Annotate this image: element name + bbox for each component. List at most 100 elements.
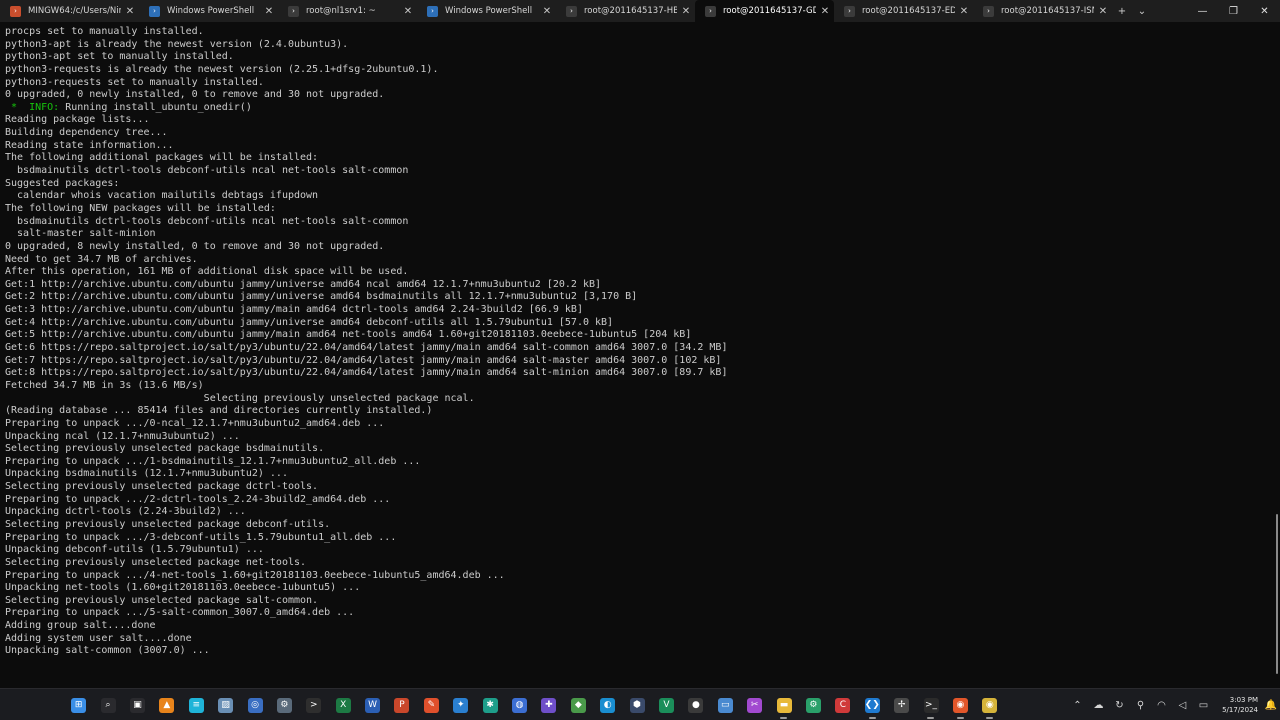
vlc-icon: ▲ (159, 697, 175, 713)
notification-bell-icon[interactable]: 🔔 (1262, 689, 1280, 720)
taskbar-app-vscode[interactable]: ❮❯ (858, 689, 887, 720)
taskbar-app-edge[interactable]: ◐ (593, 689, 622, 720)
powerpoint-icon: P (394, 697, 410, 713)
tab-close-icon[interactable]: ✕ (538, 6, 556, 17)
taskbar-app-edge-dev[interactable]: ◎ (240, 689, 269, 720)
tab-6[interactable]: › root@2011645137-EDNA✕ (834, 0, 973, 22)
tab-close-icon[interactable]: ✕ (399, 6, 417, 17)
terminal-line: Get:2 http://archive.ubuntu.com/ubuntu j… (5, 291, 638, 303)
taskbar-app-gear[interactable]: ⚙ (799, 689, 828, 720)
tab-5[interactable]: › root@2011645137-GDUF✕ (695, 0, 834, 22)
taskbar-app-pencil[interactable]: ✎ (417, 689, 446, 720)
close-button[interactable]: ✕ (1249, 0, 1280, 22)
minimize-button[interactable]: — (1187, 0, 1218, 22)
terminal-line: Preparing to unpack .../5-salt-common_30… (5, 607, 355, 619)
tab-close-icon[interactable]: ✕ (955, 6, 973, 17)
taskbar-app-rdp[interactable]: ▭ (711, 689, 740, 720)
terminal-line: Selecting previously unselected package … (5, 392, 475, 404)
terminal-line: Unpacking salt-common (3007.0) ... (5, 645, 210, 657)
terminal-line: python3-apt set to manually installed. (5, 51, 234, 63)
terminal-line: Need to get 34.7 MB of archives. (5, 253, 198, 265)
tab-4[interactable]: › root@2011645137-HBPGI✕ (556, 0, 695, 22)
taskbar-app-powerpoint[interactable]: P (387, 689, 416, 720)
vscode-icon: ❮❯ (864, 697, 880, 713)
terminal-line: bsdmainutils dctrl-tools debconf-utils n… (5, 215, 409, 227)
taskbar-app-word[interactable]: W (358, 689, 387, 720)
taskbar-app-crop[interactable]: ✢ (887, 689, 916, 720)
terminal-line: Preparing to unpack .../1-bsdmainutils_1… (5, 455, 421, 467)
taskbar-app-feather[interactable]: ✦ (446, 689, 475, 720)
tab-2[interactable]: › root@nl1srv1: ~ ✕ (278, 0, 417, 22)
wifi-icon[interactable]: ◠ (1151, 689, 1172, 720)
terminal-line: Selecting previously unselected package … (5, 556, 307, 568)
terminal-icon: > (306, 697, 322, 713)
tab-close-icon[interactable]: ✕ (677, 6, 695, 17)
powershell-icon: › (427, 5, 438, 17)
taskbar-app-puzzle[interactable]: ✚ (534, 689, 563, 720)
tab-label: MINGW64:/c/Users/Nim (28, 6, 121, 16)
terminal-scrollbar[interactable] (1273, 22, 1279, 688)
taskbar-app-vlc[interactable]: ▲ (152, 689, 181, 720)
taskbar-app-network[interactable]: ✱ (475, 689, 504, 720)
taskbar-app-folder[interactable]: ▬ (769, 689, 798, 720)
tab-1[interactable]: › Windows PowerShell ✕ (139, 0, 278, 22)
clock[interactable]: 3:03 PM 5/17/2024 (1214, 689, 1262, 720)
taskbar-app-task-view[interactable]: ▣ (123, 689, 152, 720)
rdp-icon: ▭ (717, 697, 733, 713)
maximize-button[interactable]: ❐ (1218, 0, 1249, 22)
taskbar-app-photos[interactable]: ▨ (211, 689, 240, 720)
taskbar-app-terminal[interactable]: > (299, 689, 328, 720)
taskbar-app-network-tool[interactable]: ⚙ (270, 689, 299, 720)
terminal-line: Preparing to unpack .../4-net-tools_1.60… (5, 569, 505, 581)
tab-close-icon[interactable]: ✕ (121, 6, 139, 17)
scrollbar-thumb[interactable] (1276, 514, 1278, 674)
taskbar-app-globe[interactable]: ◍ (505, 689, 534, 720)
battery-icon[interactable]: ▭ (1193, 689, 1214, 720)
volume-icon[interactable]: ◁ (1172, 689, 1193, 720)
taskbar-app-chrome[interactable]: ◉ (975, 689, 1004, 720)
tab-close-icon[interactable]: ✕ (816, 6, 834, 17)
tab-7[interactable]: › root@2011645137-ISNMI✕ (973, 0, 1112, 22)
taskbar-app-box[interactable]: ⬢ (622, 689, 651, 720)
terminal-icon: › (983, 5, 994, 17)
taskbar-app-search[interactable]: ⌕ (93, 689, 122, 720)
tab-label: root@2011645137-GDUF (723, 6, 816, 16)
tab-close-icon[interactable]: ✕ (260, 6, 278, 17)
taskbar-app-github[interactable]: ● (681, 689, 710, 720)
terminal-line: Get:8 https://repo.saltproject.io/salt/p… (5, 367, 728, 379)
taskbar-app-map[interactable]: ◆ (564, 689, 593, 720)
clock-time: 3:03 PM (1229, 696, 1258, 704)
tab-dropdown-button[interactable]: ⌄ (1132, 6, 1152, 17)
mic-icon[interactable]: ⚲ (1130, 689, 1151, 720)
puzzle-icon: ✚ (541, 697, 557, 713)
tab-3[interactable]: › Windows PowerShell ✕ (417, 0, 556, 22)
taskbar-app-red-app[interactable]: C (828, 689, 857, 720)
onedrive-icon[interactable]: ☁ (1088, 689, 1109, 720)
taskbar-app-snip[interactable]: ✂ (740, 689, 769, 720)
terminal-output[interactable]: procps set to manually installed. python3… (0, 22, 1272, 688)
sync-icon[interactable]: ↻ (1109, 689, 1130, 720)
taskbar-app-start[interactable]: ⊞ (64, 689, 93, 720)
taskbar-app-firefox[interactable]: ◉ (946, 689, 975, 720)
taskbar-app-windows-terminal[interactable]: >_ (916, 689, 945, 720)
tab-0[interactable]: › MINGW64:/c/Users/Nim ✕ (0, 0, 139, 22)
tab-close-icon[interactable]: ✕ (1094, 6, 1112, 17)
tab-label: Windows PowerShell (445, 6, 533, 16)
chevron-up-icon[interactable]: ⌃ (1067, 689, 1088, 720)
new-tab-button[interactable]: + (1112, 6, 1132, 17)
terminal-line: Selecting previously unselected package … (5, 443, 325, 455)
tab-label: root@nl1srv1: ~ (306, 6, 376, 16)
taskbar-app-vim[interactable]: V (652, 689, 681, 720)
terminal-line: Fetched 34.7 MB in 3s (13.6 MB/s) (5, 379, 204, 391)
snip-icon: ✂ (747, 697, 763, 713)
taskbar-app-excel[interactable]: X (329, 689, 358, 720)
search-icon: ⌕ (100, 697, 116, 713)
windows-terminal-icon: >_ (923, 697, 939, 713)
terminal-line: The following additional packages will b… (5, 152, 319, 164)
terminal-line: Unpacking net-tools (1.60+git20181103.0e… (5, 582, 361, 594)
crop-icon: ✢ (894, 697, 910, 713)
terminal-line: Selecting previously unselected package … (5, 518, 331, 530)
terminal-line: salt-master salt-minion (5, 228, 156, 240)
taskbar-app-notepad[interactable]: ≡ (182, 689, 211, 720)
terminal-line: After this operation, 161 MB of addition… (5, 266, 409, 278)
